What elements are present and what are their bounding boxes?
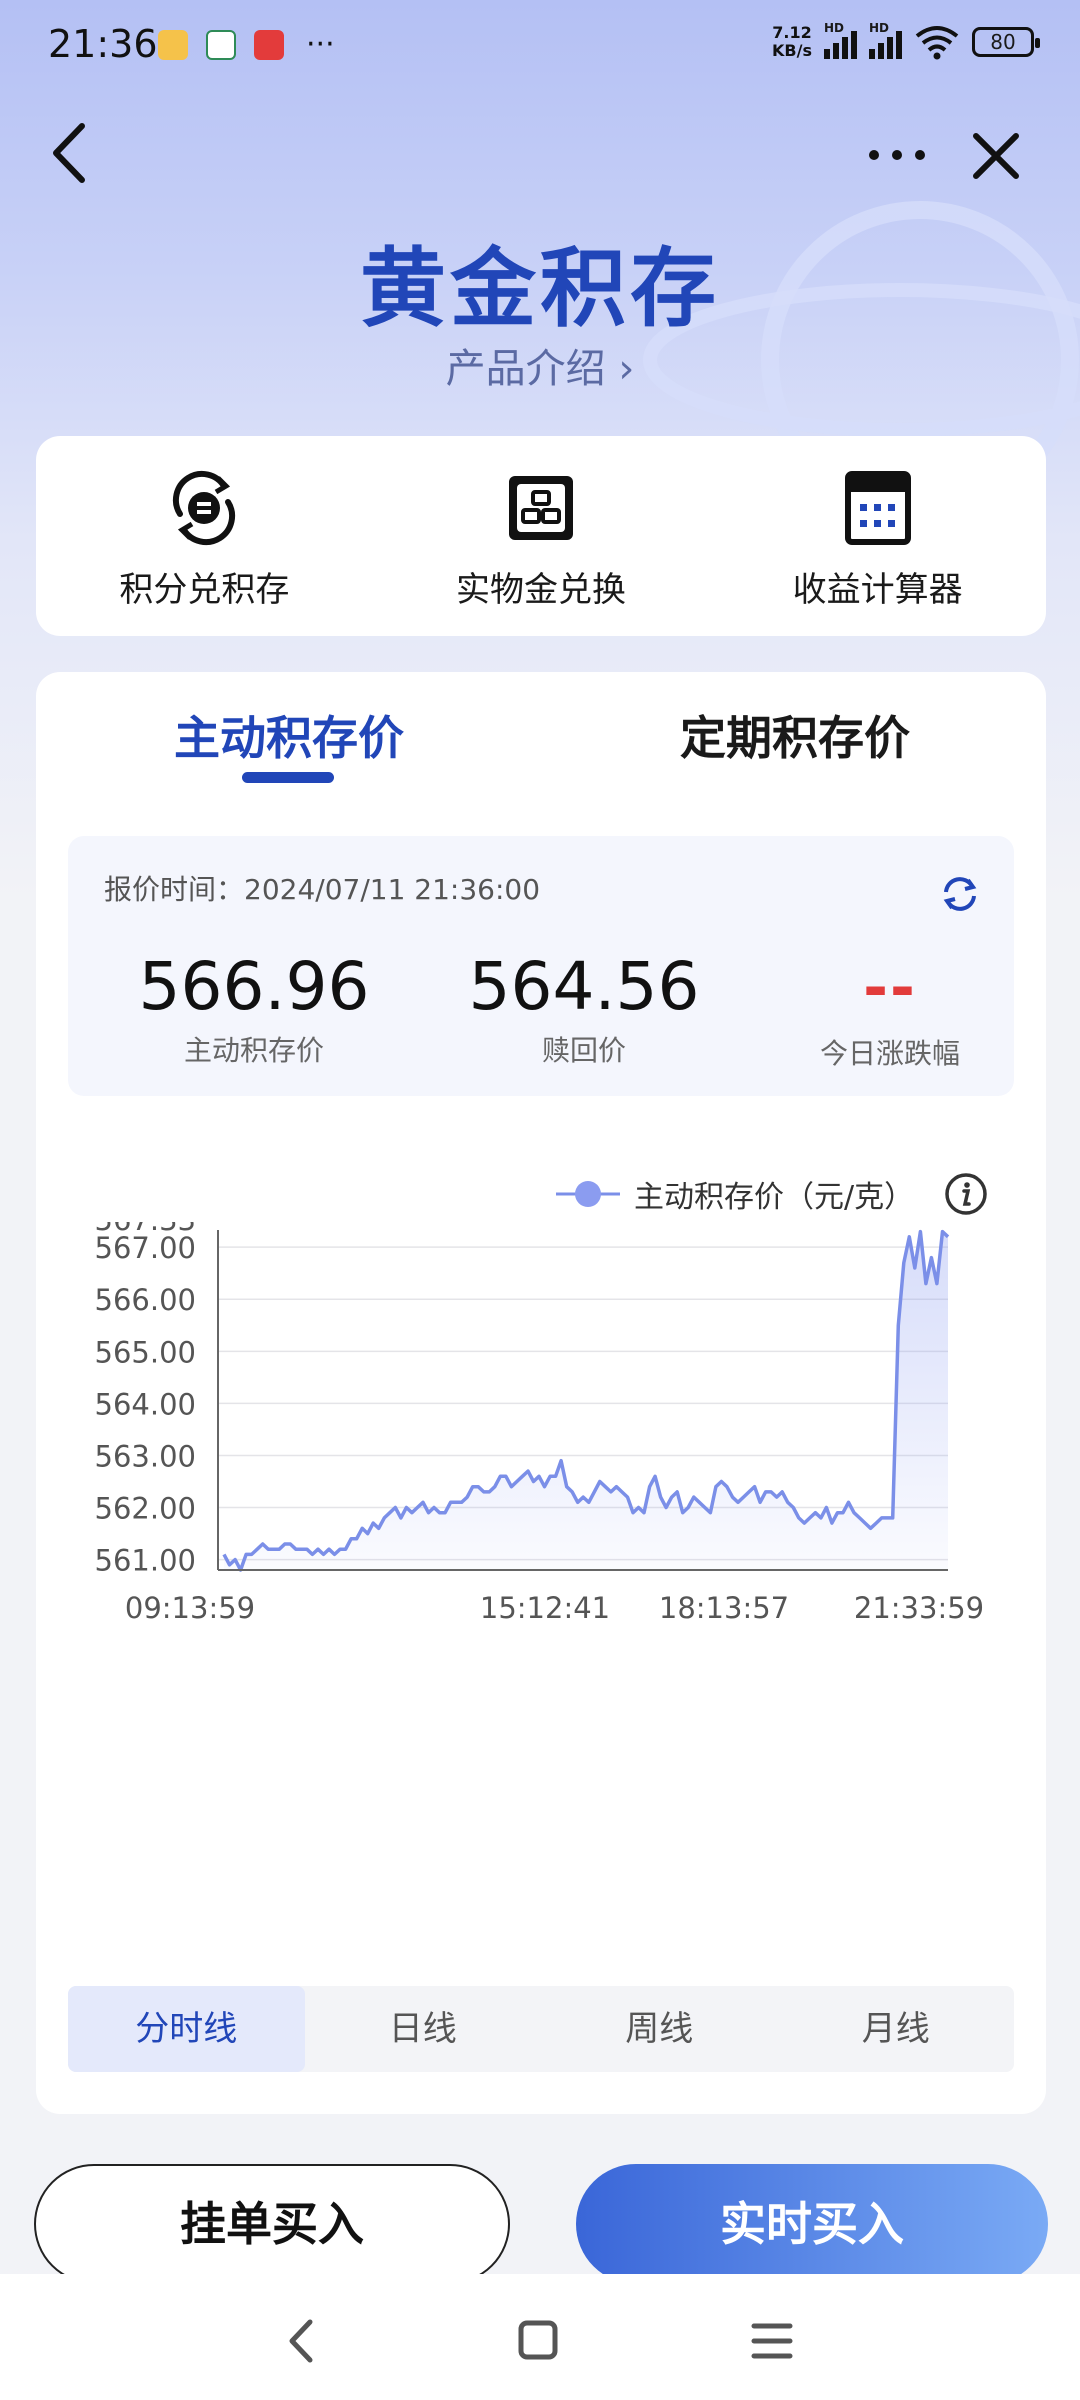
more-icon[interactable] xyxy=(862,135,932,175)
physical-gold-button[interactable]: 实物金兑换 xyxy=(373,436,710,636)
buy-price: 566.96 xyxy=(138,948,370,1025)
refresh-icon[interactable] xyxy=(938,872,982,916)
buy-price-label: 主动积存价 xyxy=(183,1034,324,1067)
points-exchange-button[interactable]: 积分兑积存 xyxy=(36,436,373,636)
tab-active-price[interactable]: 主动积存价 xyxy=(174,702,404,768)
buy-price-block: 566.96 主动积存价 xyxy=(114,948,394,1069)
network-speed: 7.12 KB/s xyxy=(772,23,812,60)
period-tab[interactable]: 分时线 xyxy=(68,1986,305,2072)
limit-buy-button[interactable]: 挂单买入 xyxy=(34,2164,510,2284)
x-tick-label: 21:33:59 xyxy=(854,1591,984,1625)
status-time: 21:36 xyxy=(48,22,158,66)
notification-icon xyxy=(206,30,236,60)
chart-legend: 主动积存价（元/克） xyxy=(556,1172,914,1216)
quote-time: 报价时间：2024/07/11 21:36:00 xyxy=(104,873,541,906)
legend-label: 主动积存价（元/克） xyxy=(634,1180,915,1215)
back-icon[interactable] xyxy=(42,118,102,188)
signal-icon: HD xyxy=(869,21,902,59)
battery-icon: 80 xyxy=(972,27,1040,57)
system-back-icon[interactable] xyxy=(282,2316,322,2366)
x-tick-label: 09:13:59 xyxy=(125,1591,255,1625)
quick-action-label: 积分兑积存 xyxy=(119,570,290,610)
product-intro-link[interactable]: 产品介绍 › xyxy=(0,336,1080,394)
wifi-icon xyxy=(915,26,959,60)
y-tick-label: 561.00 xyxy=(95,1544,196,1578)
close-icon[interactable] xyxy=(966,126,1026,186)
price-area xyxy=(224,1231,948,1570)
redeem-price: 564.56 xyxy=(468,948,700,1025)
x-tick-label: 18:13:57 xyxy=(659,1591,789,1625)
status-bar: 21:36 ··· 7.12 KB/s HD HD 80 xyxy=(0,0,1080,92)
system-menu-icon[interactable] xyxy=(750,2316,794,2366)
quick-action-label: 收益计算器 xyxy=(792,570,963,610)
legend-marker xyxy=(556,1181,620,1207)
instant-buy-button[interactable]: 实时买入 xyxy=(576,2164,1048,2284)
notification-icon xyxy=(254,30,284,60)
redeem-price-block: 564.56 赎回价 xyxy=(444,948,724,1069)
y-tick-label: 564.00 xyxy=(95,1387,196,1421)
price-chart: 567.33567.00566.00565.00564.00563.00562.… xyxy=(95,1222,985,1625)
quote-panel: 报价时间：2024/07/11 21:36:00 566.96 主动积存价 56… xyxy=(68,836,1014,1096)
tab-indicator xyxy=(242,772,334,783)
info-icon[interactable] xyxy=(944,1172,988,1216)
change-label: 今日涨跌幅 xyxy=(819,1037,960,1070)
y-tick-label: 563.00 xyxy=(95,1439,196,1473)
y-tick-label: 567.00 xyxy=(95,1231,196,1265)
calculator-icon xyxy=(844,471,911,545)
more-notifications-icon: ··· xyxy=(306,27,335,62)
signal-icon: HD xyxy=(824,21,857,59)
quick-action-label: 实物金兑换 xyxy=(456,570,626,610)
y-tick-label: 562.00 xyxy=(95,1492,196,1526)
x-tick-label: 15:12:41 xyxy=(480,1591,610,1625)
change-value: -- xyxy=(863,953,917,1023)
period-tab[interactable]: 日线 xyxy=(305,1986,542,2072)
y-tick-label: 566.00 xyxy=(95,1283,196,1317)
period-tab[interactable]: 周线 xyxy=(541,1986,778,2072)
system-navigation-bar xyxy=(0,2274,1080,2400)
gold-bar-icon xyxy=(509,476,573,540)
notification-icon xyxy=(158,30,188,60)
y-tick-label: 565.00 xyxy=(95,1335,196,1369)
calculator-button[interactable]: 收益计算器 xyxy=(709,436,1046,636)
system-home-icon[interactable] xyxy=(516,2316,560,2366)
tab-fixed-price[interactable]: 定期积存价 xyxy=(680,702,910,768)
price-card: 主动积存价 定期积存价 报价时间：2024/07/11 21:36:00 566… xyxy=(36,672,1046,2114)
change-block: -- 今日涨跌幅 xyxy=(750,948,1030,1072)
quick-actions-card: 积分兑积存 实物金兑换 收益计算器 xyxy=(36,436,1046,636)
period-tab[interactable]: 月线 xyxy=(778,1986,1015,2072)
page-title: 黄金积存 xyxy=(360,239,720,339)
points-exchange-icon xyxy=(173,470,236,546)
notification-icons: ··· xyxy=(158,30,335,60)
period-tabs: 分时线 日线 周线 月线 xyxy=(68,1986,1014,2072)
redeem-price-label: 赎回价 xyxy=(541,1034,626,1067)
